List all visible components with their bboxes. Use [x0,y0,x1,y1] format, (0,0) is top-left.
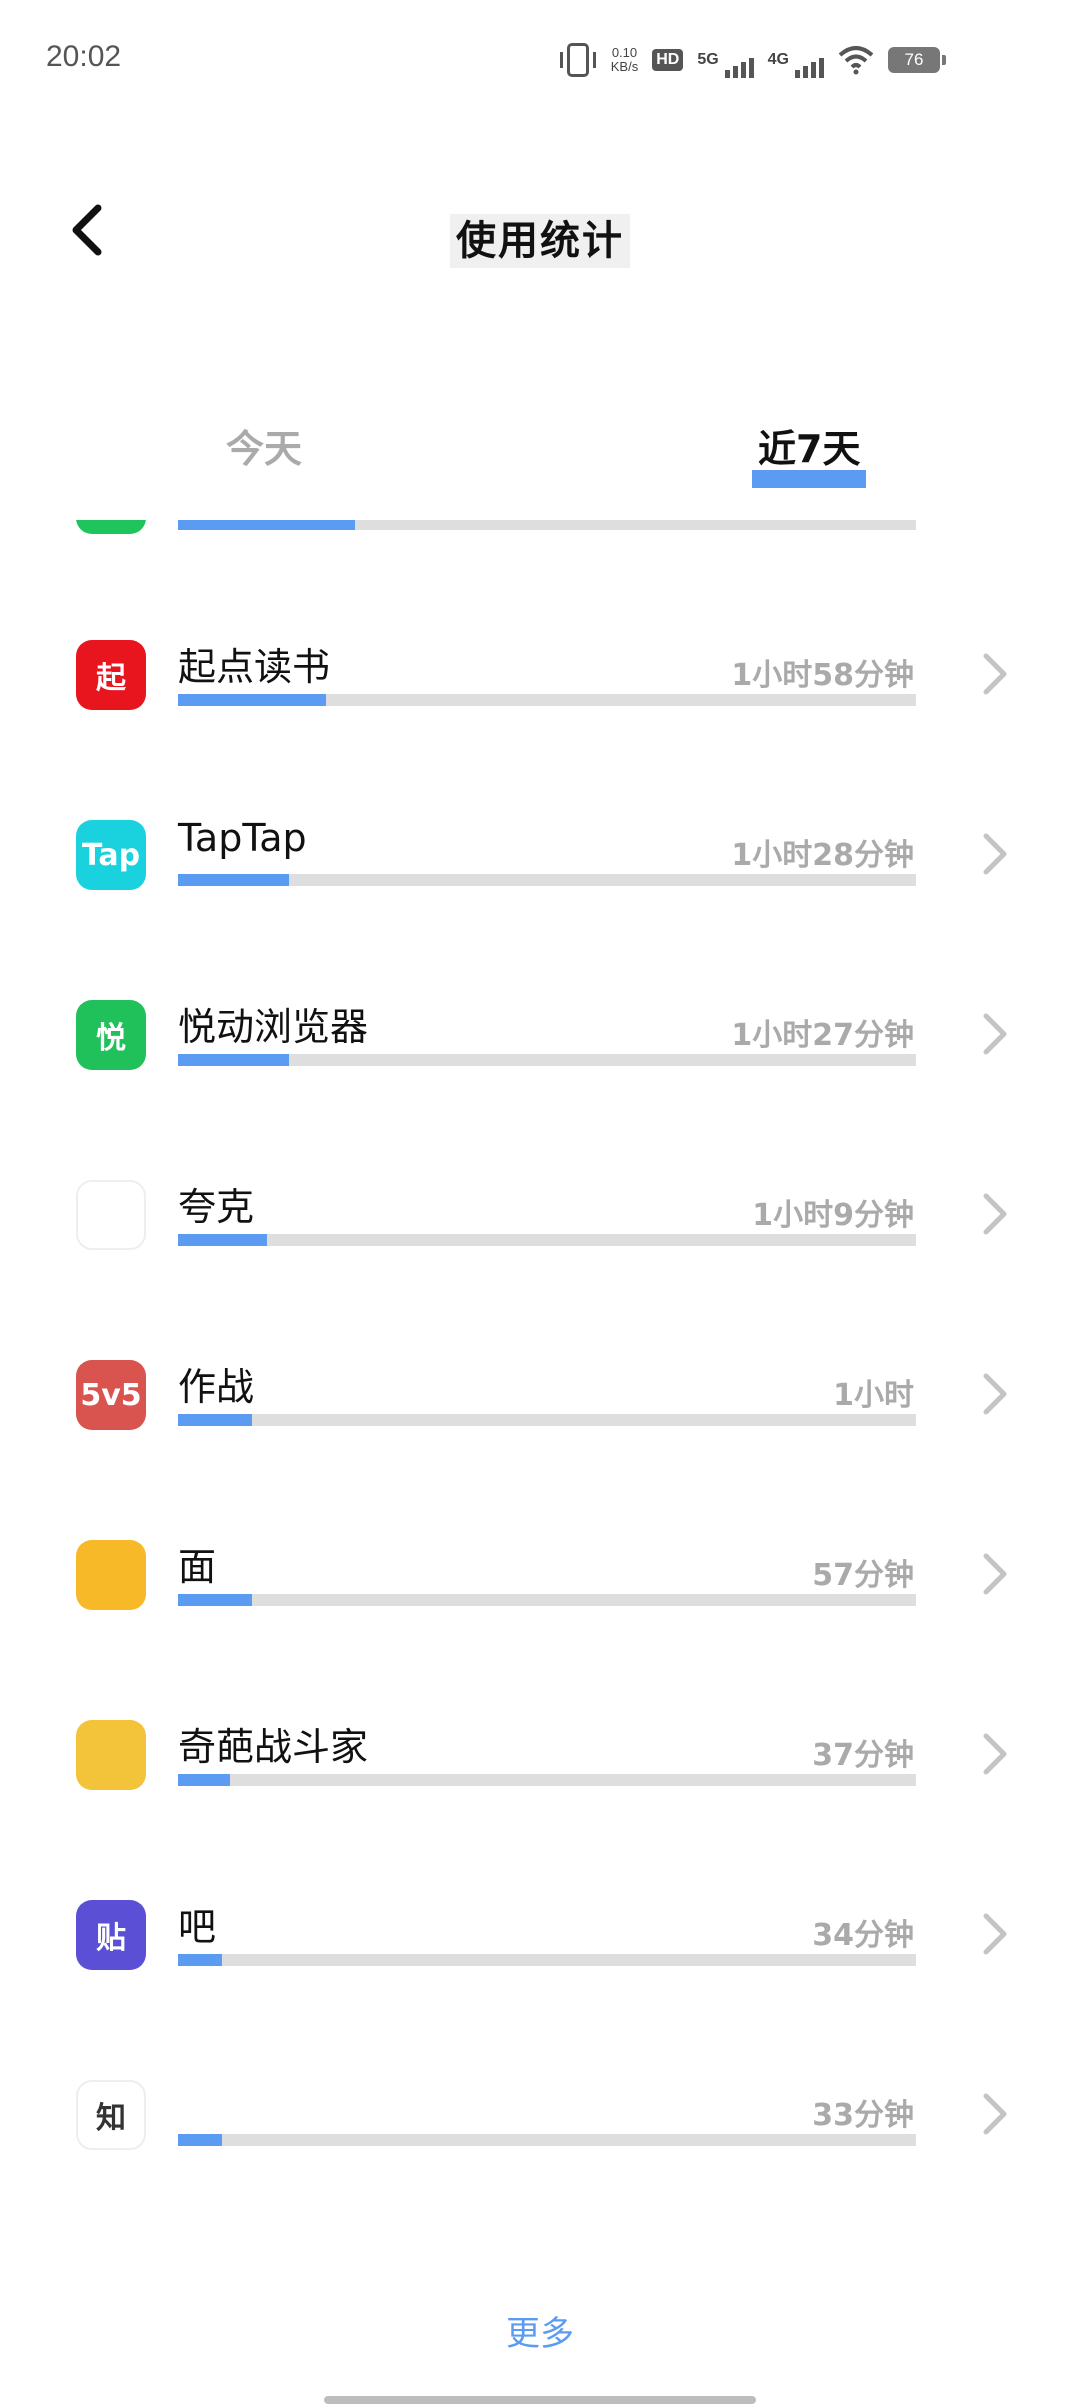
chevron-right-icon [983,1913,1007,1955]
app-name: TapTap [178,816,307,860]
usage-time: 1小时 [833,1378,914,1413]
app-usage-row[interactable]: Tap TapTap 1小时28分钟 [0,750,1080,930]
app-name: 奇葩战斗家 [178,1725,369,1769]
usage-time: 1小时9分钟 [752,1198,914,1233]
usage-bar-track [178,1774,916,1786]
app-name: 面 [178,1545,217,1589]
battery-icon: 76 [888,47,946,73]
app-icon: Tap [76,820,146,890]
status-icons: 0.10 KB/s HD 5G 4G 76 [559,40,946,80]
app-usage-row[interactable] [0,520,1080,574]
usage-bar-track [178,1414,916,1426]
page-title-text: 使用统计 [450,214,630,268]
usage-bar-fill [178,1414,252,1426]
chevron-right-icon [983,653,1007,695]
usage-time: 34分钟 [812,1918,914,1953]
usage-bar-fill [178,520,356,530]
status-time: 20:02 [46,40,122,73]
usage-bar-track [178,1054,916,1066]
wifi-icon [838,46,874,75]
app-name: 起点读书 [178,645,331,689]
chevron-right-icon [983,1193,1007,1235]
app-icon: 悦 [76,1000,146,1070]
hd-icon: HD [652,49,684,71]
usage-bar-track [178,1594,916,1606]
tab-last-7-days[interactable]: 近7天 [758,418,860,473]
chevron-right-icon [983,2093,1007,2135]
app-usage-row[interactable]: 悦悦动浏览器 1小时27分钟 [0,930,1080,1110]
app-usage-row[interactable]: 奇葩战斗家 37分钟 [0,1650,1080,1830]
status-bar: 20:02 0.10 KB/s HD 5G 4G 76 [0,0,1080,120]
tab-today[interactable]: 今天 [226,418,302,473]
usage-bar-track [178,2134,916,2146]
usage-bar-track [178,1954,916,1966]
app-icon: 起 [76,640,146,710]
app-icon [76,1180,146,1250]
home-indicator[interactable] [324,2396,756,2404]
usage-bar-track [178,1234,916,1246]
net-speed-unit: KB/s [610,59,639,74]
usage-bar-fill [178,874,289,886]
app-icon [76,1720,146,1790]
usage-bar-fill [178,1054,289,1066]
usage-time: 1小时28分钟 [731,838,914,873]
app-usage-row[interactable]: 知 33分钟 [0,2010,1080,2190]
app-icon: 贴 [76,1900,146,1970]
chevron-right-icon [983,1013,1007,1055]
app-icon [76,520,146,534]
more-button[interactable]: 更多 [0,2306,1080,2355]
app-icon: 知 [76,2080,146,2150]
app-usage-list[interactable]: 起起点读书 1小时58分钟 Tap TapTap 1小时28分钟悦悦动浏览器 1小时27分… [0,520,1080,2220]
app-icon [76,1540,146,1610]
app-usage-row[interactable]: 起起点读书 1小时58分钟 [0,570,1080,750]
app-usage-row[interactable]: 贴吧 34分钟 [0,1830,1080,2010]
usage-bar-track [178,694,916,706]
signal-icon [795,56,824,78]
usage-bar-track [178,520,916,530]
chevron-right-icon [983,833,1007,875]
usage-time: 1小时27分钟 [731,1018,914,1053]
usage-bar-fill [178,694,326,706]
signal-icon [724,56,754,78]
usage-time: 37分钟 [812,1738,914,1773]
app-name: 夸克 [178,1185,255,1229]
usage-bar-fill [178,1774,230,1786]
usage-time: 1小时58分钟 [731,658,914,693]
chevron-right-icon [983,1553,1007,1595]
chevron-right-icon [983,1373,1007,1415]
usage-bar-fill [178,1234,267,1246]
usage-bar-fill [178,1594,252,1606]
app-usage-row[interactable]: 面 57分钟 [0,1470,1080,1650]
active-tab-indicator [752,470,866,488]
usage-bar-fill [178,1954,223,1966]
app-usage-row[interactable]: 夸克 1小时9分钟 [0,1110,1080,1290]
usage-bar-track [178,874,916,886]
page-title: 使用统计 [0,208,1080,268]
net-speed: 0.10 KB/s [611,46,638,74]
usage-time: 57分钟 [812,1558,914,1593]
app-name: 悦动浏览器 [178,1005,369,1049]
app-name: 作战 [178,1365,255,1409]
vibrate-icon [559,43,596,77]
usage-bar-fill [178,2134,223,2146]
chevron-right-icon [983,1733,1007,1775]
app-icon: 5v5 [76,1360,146,1430]
sim2-label: 4G [767,51,789,68]
net-speed-value: 0.10 [611,45,638,60]
app-name: 吧 [178,1905,217,1949]
app-usage-row[interactable]: 5v5 作战 1小时 [0,1290,1080,1470]
sim1-label: 5G [697,51,719,68]
usage-time: 33分钟 [812,2098,914,2133]
